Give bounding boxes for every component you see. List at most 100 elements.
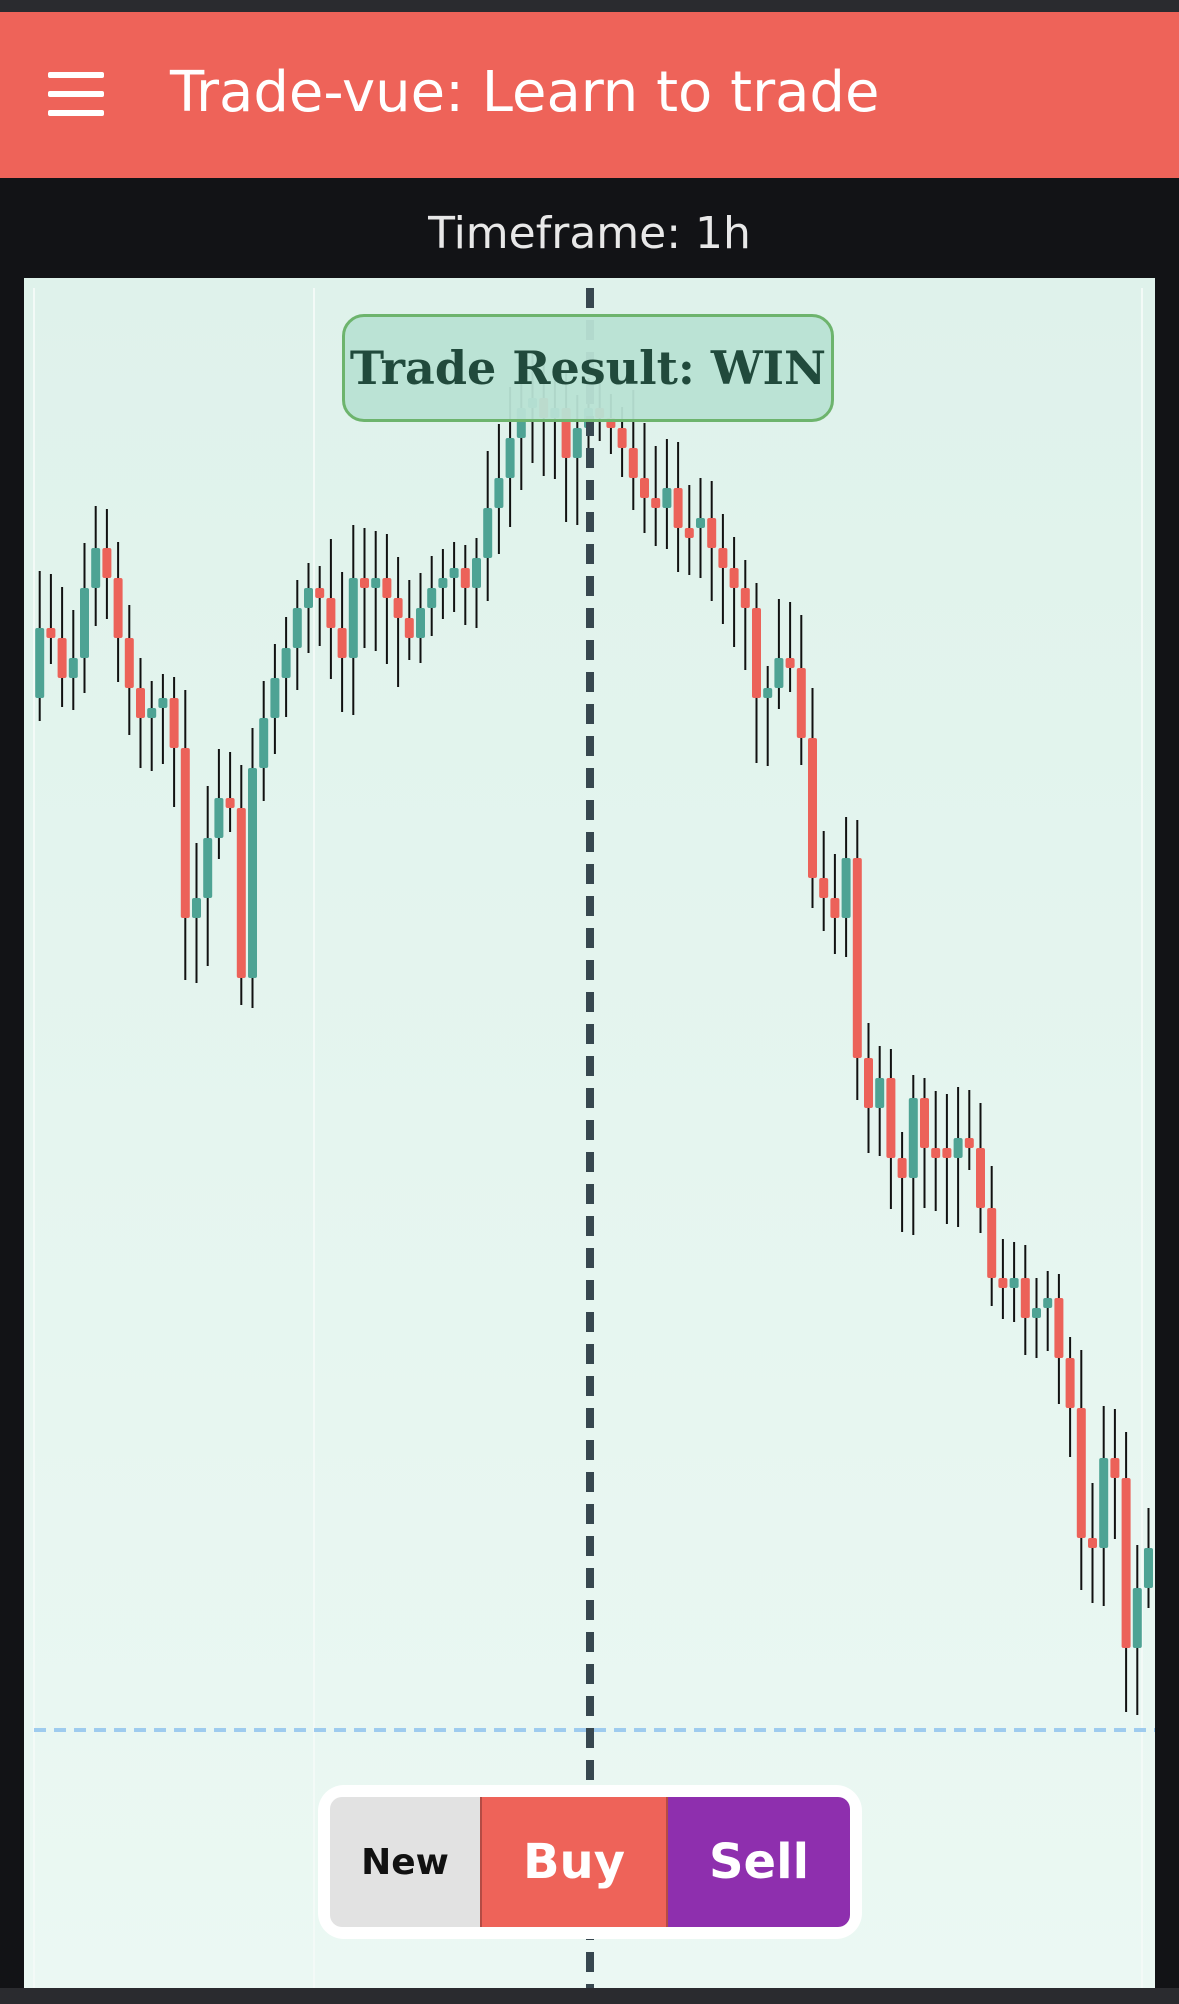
candle-up (80, 588, 89, 658)
candle-up (416, 608, 425, 638)
candle-up (662, 488, 672, 508)
chart-canvas[interactable] (24, 278, 1155, 1988)
candle-up (203, 838, 213, 898)
candle-down (987, 1208, 997, 1278)
candle-down (819, 878, 829, 898)
candle-down (640, 478, 649, 498)
candle-down (460, 568, 470, 588)
candle-up (841, 858, 851, 918)
candle-down (136, 688, 145, 718)
candle-up (68, 658, 78, 678)
candle-up (158, 698, 168, 708)
candle-up (270, 678, 280, 718)
timeframe-label: Timeframe: 1h (428, 208, 751, 259)
candle-down (830, 898, 840, 918)
sell-button[interactable]: Sell (668, 1797, 850, 1927)
buy-button[interactable]: Buy (480, 1797, 668, 1927)
candle-down (752, 608, 761, 698)
candle-down (740, 588, 750, 608)
candle-up (774, 658, 784, 688)
candle-down (976, 1148, 985, 1208)
candle-down (808, 738, 817, 878)
candle-down (360, 578, 369, 588)
candle-down (718, 548, 728, 568)
candle-down (326, 598, 336, 628)
candlestick-chart[interactable]: Trade Result: WIN (24, 278, 1155, 1988)
candle-down (393, 598, 403, 618)
trade-result-banner: Trade Result: WIN (342, 314, 834, 422)
candle-down (113, 578, 123, 638)
candle-down (942, 1148, 952, 1158)
candle-down (1121, 1478, 1131, 1648)
candle-up (348, 578, 358, 658)
candle-down (897, 1158, 907, 1178)
candle-up (304, 588, 313, 608)
candle-up (371, 578, 381, 588)
candle-down (382, 578, 392, 598)
candle-up (696, 518, 705, 528)
new-button[interactable]: New (330, 1797, 480, 1927)
candle-up (1099, 1458, 1109, 1548)
candle-down (236, 808, 246, 978)
status-strip (0, 0, 1179, 12)
candle-down (169, 698, 179, 748)
candle-down (102, 548, 112, 578)
candle-down (1020, 1278, 1030, 1318)
candle-up (259, 718, 269, 768)
candle-up (875, 1078, 885, 1108)
candle-up (147, 708, 157, 718)
candle-up (281, 648, 291, 678)
candle-up (438, 578, 448, 588)
candle-down (1076, 1408, 1086, 1538)
bottom-strip (0, 1988, 1179, 2004)
candle-up (494, 478, 504, 508)
candle-down (337, 628, 347, 658)
candle-up (505, 438, 515, 478)
candle-up (572, 428, 582, 458)
candle-down (684, 528, 694, 538)
candle-up (214, 798, 224, 838)
candle-up (91, 548, 101, 588)
candle-down (404, 618, 414, 638)
app-title: Trade-vue: Learn to trade (170, 60, 880, 125)
candle-up (763, 688, 773, 698)
trade-controls: New Buy Sell (318, 1785, 862, 1939)
candle-up (908, 1098, 918, 1178)
candle-up (1032, 1308, 1041, 1318)
candle-down (964, 1138, 974, 1148)
candle-up (472, 558, 481, 588)
candle-up (427, 588, 437, 608)
candle-up (192, 898, 201, 918)
candle-up (483, 508, 493, 558)
candle-down (886, 1078, 896, 1158)
candle-down (864, 1058, 873, 1108)
candle-up (1043, 1298, 1053, 1308)
candle-down (998, 1278, 1008, 1288)
candle-up (248, 768, 257, 978)
candle-up (1144, 1548, 1153, 1588)
candle-up (35, 628, 45, 698)
candle-up (1132, 1588, 1142, 1648)
candle-down (796, 668, 806, 738)
candle-down (225, 798, 235, 808)
candle-down (920, 1098, 929, 1148)
hamburger-menu-icon[interactable] (48, 72, 106, 116)
candle-up (953, 1138, 963, 1158)
candle-down (1065, 1358, 1075, 1408)
candle-up (292, 608, 302, 648)
candle-down (673, 488, 683, 528)
candle-down (617, 428, 627, 448)
candle-up (449, 568, 459, 578)
candle-down (729, 568, 739, 588)
candle-down (785, 658, 795, 668)
candle-down (46, 628, 56, 638)
candle-down (315, 588, 325, 598)
candle-down (1054, 1298, 1064, 1358)
candle-down (1110, 1458, 1120, 1478)
candle-down (57, 638, 67, 678)
candle-down (931, 1148, 941, 1158)
candle-down (651, 498, 661, 508)
candle-down (1088, 1538, 1097, 1548)
candle-down (628, 448, 638, 478)
app-bar: Trade-vue: Learn to trade (0, 12, 1179, 178)
